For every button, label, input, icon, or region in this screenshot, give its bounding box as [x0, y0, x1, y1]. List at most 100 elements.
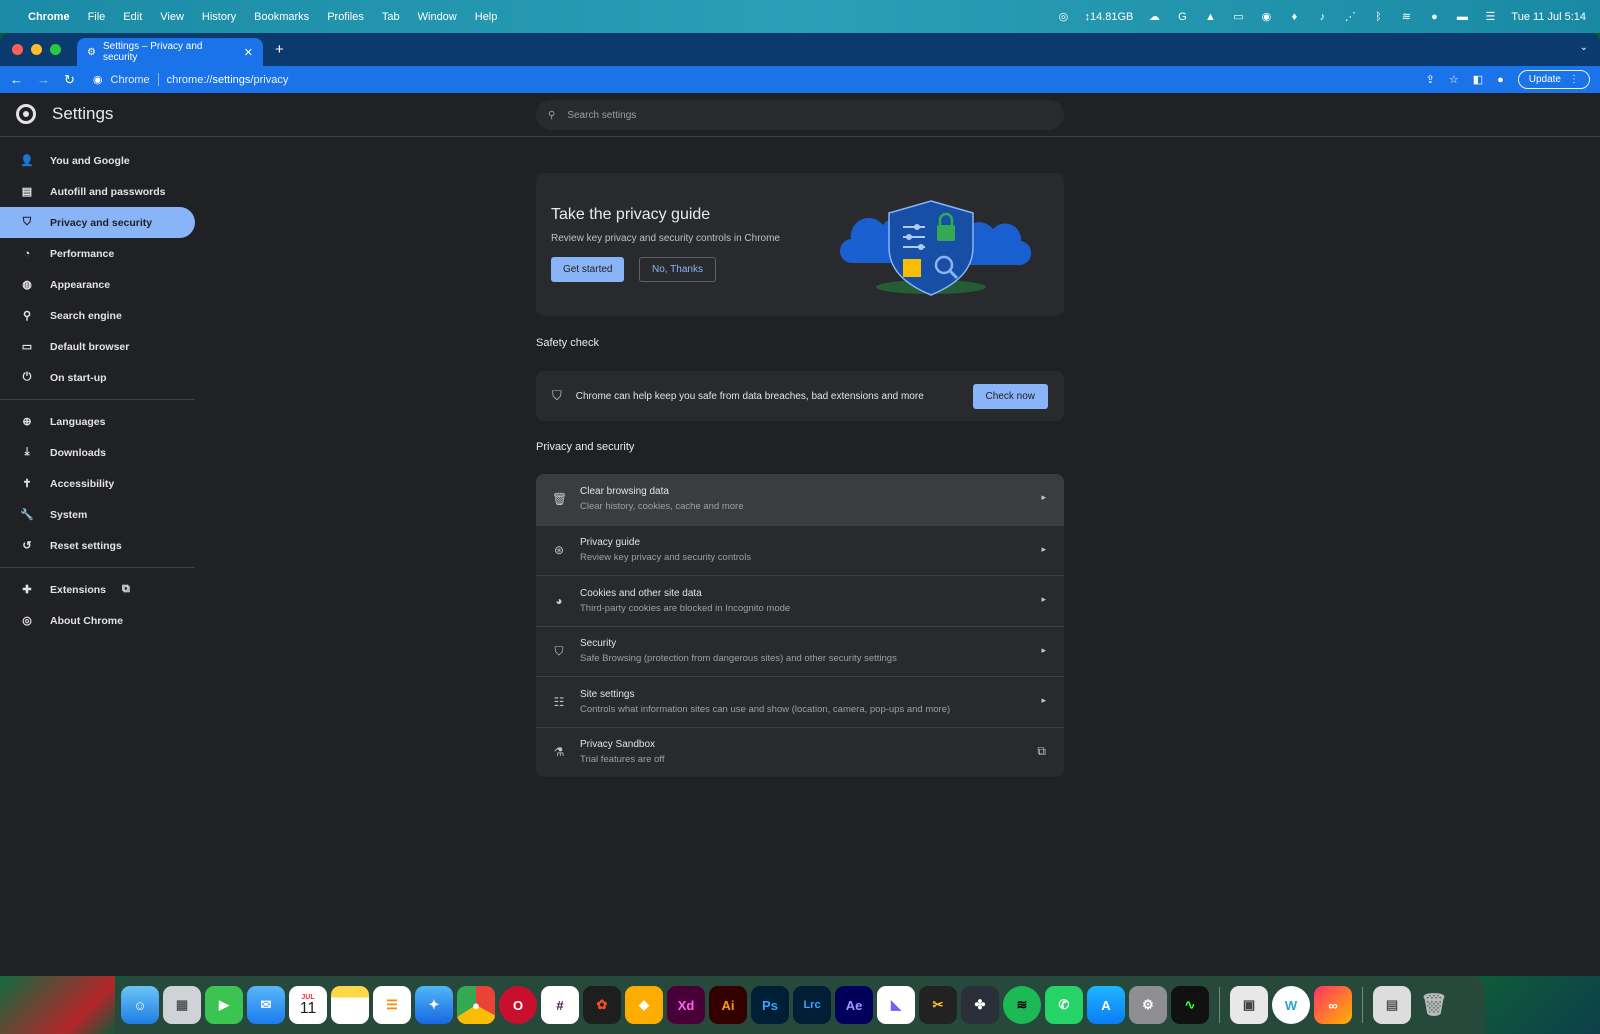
memory-readout[interactable]: ↕14.81GB — [1084, 11, 1133, 23]
minimize-window-button[interactable] — [31, 44, 42, 55]
menu-file[interactable]: File — [88, 11, 106, 23]
sidebar-item-downloads[interactable]: ⤓ Downloads — [0, 437, 195, 468]
menu-history[interactable]: History — [202, 11, 236, 23]
menu-view[interactable]: View — [160, 11, 184, 23]
display-icon[interactable]: ▭ — [1231, 10, 1245, 24]
menu-help[interactable]: Help — [475, 11, 498, 23]
password-icon[interactable]: ◉ — [1259, 10, 1273, 24]
more-menu-icon[interactable]: ⋮ — [1569, 74, 1579, 85]
user-icon[interactable]: ● — [1427, 10, 1441, 24]
final-cut-icon[interactable]: ✂ — [919, 986, 957, 1024]
menu-bookmarks[interactable]: Bookmarks — [254, 11, 309, 23]
volume-icon[interactable]: ♪ — [1315, 10, 1329, 24]
activity-monitor-icon[interactable]: ∿ — [1171, 986, 1209, 1024]
network-icon[interactable]: ⋰ — [1343, 10, 1357, 24]
row-clear-browsing-data[interactable]: 🗑 Clear browsing data Clear history, cook… — [536, 474, 1064, 525]
menu-edit[interactable]: Edit — [123, 11, 142, 23]
lightroom-classic-icon[interactable]: Lrc — [793, 986, 831, 1024]
clock[interactable]: Tue 11 Jul 5:14 — [1511, 11, 1586, 23]
sidebar-item-autofill[interactable]: ▤ Autofill and passwords — [0, 176, 195, 207]
search-input[interactable]: ⚲ Search settings — [536, 100, 1064, 130]
update-button[interactable]: Update ⋮ — [1517, 70, 1590, 89]
menu-tab[interactable]: Tab — [382, 11, 400, 23]
omnibox-url[interactable]: chrome://settings/privacy — [167, 74, 289, 86]
menu-window[interactable]: Window — [418, 11, 457, 23]
photoshop-icon[interactable]: Ps — [751, 986, 789, 1024]
sync-icon[interactable]: ◎ — [1056, 10, 1070, 24]
zoom-window-button[interactable] — [50, 44, 61, 55]
sidebar-item-system[interactable]: 🔧 System — [0, 499, 195, 530]
app-icon[interactable]: ▲ — [1203, 10, 1217, 24]
battery-icon[interactable]: ▬ — [1455, 10, 1469, 24]
preview-icon[interactable]: ▣ — [1230, 986, 1268, 1024]
control-center-icon[interactable]: ☰ — [1483, 10, 1497, 24]
documents-folder-icon[interactable]: ▤ — [1373, 986, 1411, 1024]
back-icon[interactable]: ← — [10, 72, 23, 87]
figma-icon[interactable]: ✿ — [583, 986, 621, 1024]
row-security[interactable]: ⛉ Security Safe Browsing (protection from… — [536, 625, 1064, 677]
sidebar-item-accessibility[interactable]: ✝ Accessibility — [0, 468, 195, 499]
side-panel-icon[interactable]: ◧ — [1473, 73, 1483, 86]
menu-app[interactable]: Chrome — [28, 11, 70, 23]
reload-icon[interactable]: ↻ — [64, 72, 75, 88]
whatsapp-icon[interactable]: ✆ — [1045, 986, 1083, 1024]
system-settings-icon[interactable]: ⚙ — [1129, 986, 1167, 1024]
app-store-icon[interactable]: A — [1087, 986, 1125, 1024]
vpn-icon[interactable]: ♦ — [1287, 10, 1301, 24]
creative-cloud-icon[interactable]: ∞ — [1314, 986, 1352, 1024]
adobe-xd-icon[interactable]: Xd — [667, 986, 705, 1024]
launchpad-icon[interactable]: ▦ — [163, 986, 201, 1024]
webflow-icon[interactable]: W — [1272, 986, 1310, 1024]
sidebar-item-about[interactable]: ◎ About Chrome — [0, 605, 195, 636]
address-bar[interactable]: ◉ Chrome chrome://settings/privacy — [93, 73, 288, 86]
sidebar-item-search-engine[interactable]: ⚲ Search engine — [0, 300, 195, 331]
illustrator-icon[interactable]: Ai — [709, 986, 747, 1024]
new-tab-button[interactable]: + — [275, 41, 284, 58]
sketch-icon[interactable]: ◆ — [625, 986, 663, 1024]
close-tab-icon[interactable]: ✕ — [244, 46, 253, 59]
after-effects-icon[interactable]: Ae — [835, 986, 873, 1024]
opera-icon[interactable]: O — [499, 986, 537, 1024]
mail-icon[interactable]: ✉ — [247, 986, 285, 1024]
share-icon[interactable]: ⇪ — [1426, 73, 1435, 86]
sidebar-item-appearance[interactable]: ◍ Appearance — [0, 269, 195, 300]
sidebar-item-extensions[interactable]: ✚ Extensions ⧉ — [0, 574, 195, 605]
reminders-icon[interactable]: ☰ — [373, 986, 411, 1024]
davinci-resolve-icon[interactable]: ✤ — [961, 986, 999, 1024]
finder-icon[interactable]: ☺ — [121, 986, 159, 1024]
bookmark-star-icon[interactable]: ☆ — [1449, 73, 1459, 86]
facetime-icon[interactable]: ▶ — [205, 986, 243, 1024]
forward-icon[interactable]: → — [37, 72, 50, 87]
sidebar-item-languages[interactable]: ⊕ Languages — [0, 406, 195, 437]
safari-icon[interactable]: ✦ — [415, 986, 453, 1024]
menu-profiles[interactable]: Profiles — [327, 11, 364, 23]
row-privacy-sandbox[interactable]: ⚗ Privacy Sandbox Trial features are off … — [536, 726, 1064, 778]
row-cookies[interactable]: ◕ Cookies and other site data Third-party… — [536, 575, 1064, 626]
spotify-icon[interactable]: ≋ — [1003, 986, 1041, 1024]
trash-icon[interactable]: 🗑 — [1415, 986, 1453, 1024]
sidebar-item-performance[interactable]: ◔ Performance — [0, 238, 195, 269]
cloud-icon[interactable]: ☁ — [1147, 10, 1161, 24]
row-privacy-guide[interactable]: ⊛ Privacy guide Review key privacy and se… — [536, 524, 1064, 576]
grammarly-icon[interactable]: G — [1175, 10, 1189, 24]
calendar-icon[interactable]: JUL 11 — [289, 986, 327, 1024]
check-now-button[interactable]: Check now — [972, 384, 1048, 409]
profile-icon[interactable]: ● — [1497, 74, 1504, 86]
sidebar-item-default-browser[interactable]: ▭ Default browser — [0, 331, 195, 362]
close-window-button[interactable] — [12, 44, 23, 55]
notes-icon[interactable] — [331, 986, 369, 1024]
bluetooth-icon[interactable]: ᛒ — [1371, 10, 1385, 24]
sidebar-item-startup[interactable]: ⏻ On start-up — [0, 362, 195, 393]
sidebar-item-you-and-google[interactable]: 👤 You and Google — [0, 145, 195, 176]
tab-settings[interactable]: ⚙ Settings – Privacy and security ✕ — [77, 38, 263, 66]
slack-icon[interactable]: # — [541, 986, 579, 1024]
site-info-icon[interactable]: ◉ — [93, 73, 103, 86]
sidebar-item-privacy[interactable]: ⛉ Privacy and security — [0, 207, 195, 238]
get-started-button[interactable]: Get started — [551, 257, 625, 282]
wifi-icon[interactable]: ≋ — [1399, 10, 1413, 24]
sidebar-item-reset[interactable]: ↺ Reset settings — [0, 530, 195, 561]
affinity-icon[interactable]: ◣ — [877, 986, 915, 1024]
chrome-icon[interactable]: ● — [457, 986, 495, 1024]
row-site-settings[interactable]: ☷ Site settings Controls what information… — [536, 676, 1064, 727]
tab-search-chevron-icon[interactable]: ⌄ — [1580, 42, 1588, 53]
